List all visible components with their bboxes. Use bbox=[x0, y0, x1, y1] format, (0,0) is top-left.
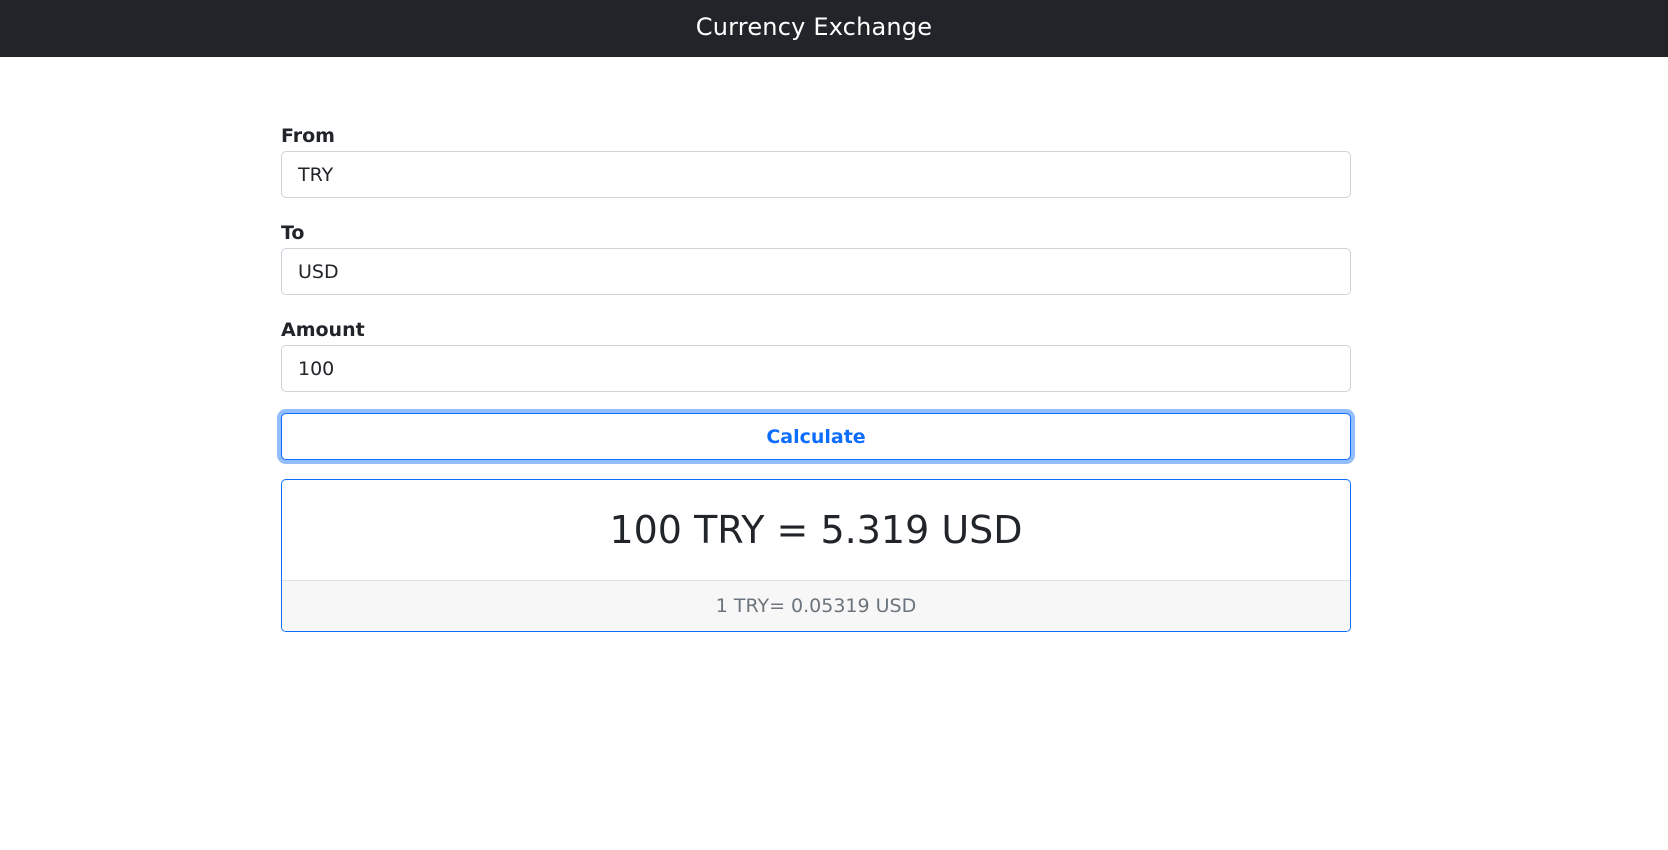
navbar: Currency Exchange bbox=[0, 0, 1668, 57]
amount-input[interactable] bbox=[281, 345, 1351, 392]
from-currency-input[interactable] bbox=[281, 151, 1351, 198]
amount-label: Amount bbox=[281, 319, 365, 341]
app-title: Currency Exchange bbox=[695, 13, 933, 41]
exchange-rate-text: 1 TRY= 0.05319 USD bbox=[282, 581, 1350, 631]
to-label: To bbox=[281, 222, 305, 244]
to-currency-input[interactable] bbox=[281, 248, 1351, 295]
conversion-result: 100 TRY = 5.319 USD bbox=[282, 480, 1350, 581]
calculate-button[interactable]: Calculate bbox=[281, 413, 1351, 460]
from-label: From bbox=[281, 125, 335, 147]
result-card: 100 TRY = 5.319 USD 1 TRY= 0.05319 USD bbox=[281, 479, 1351, 632]
